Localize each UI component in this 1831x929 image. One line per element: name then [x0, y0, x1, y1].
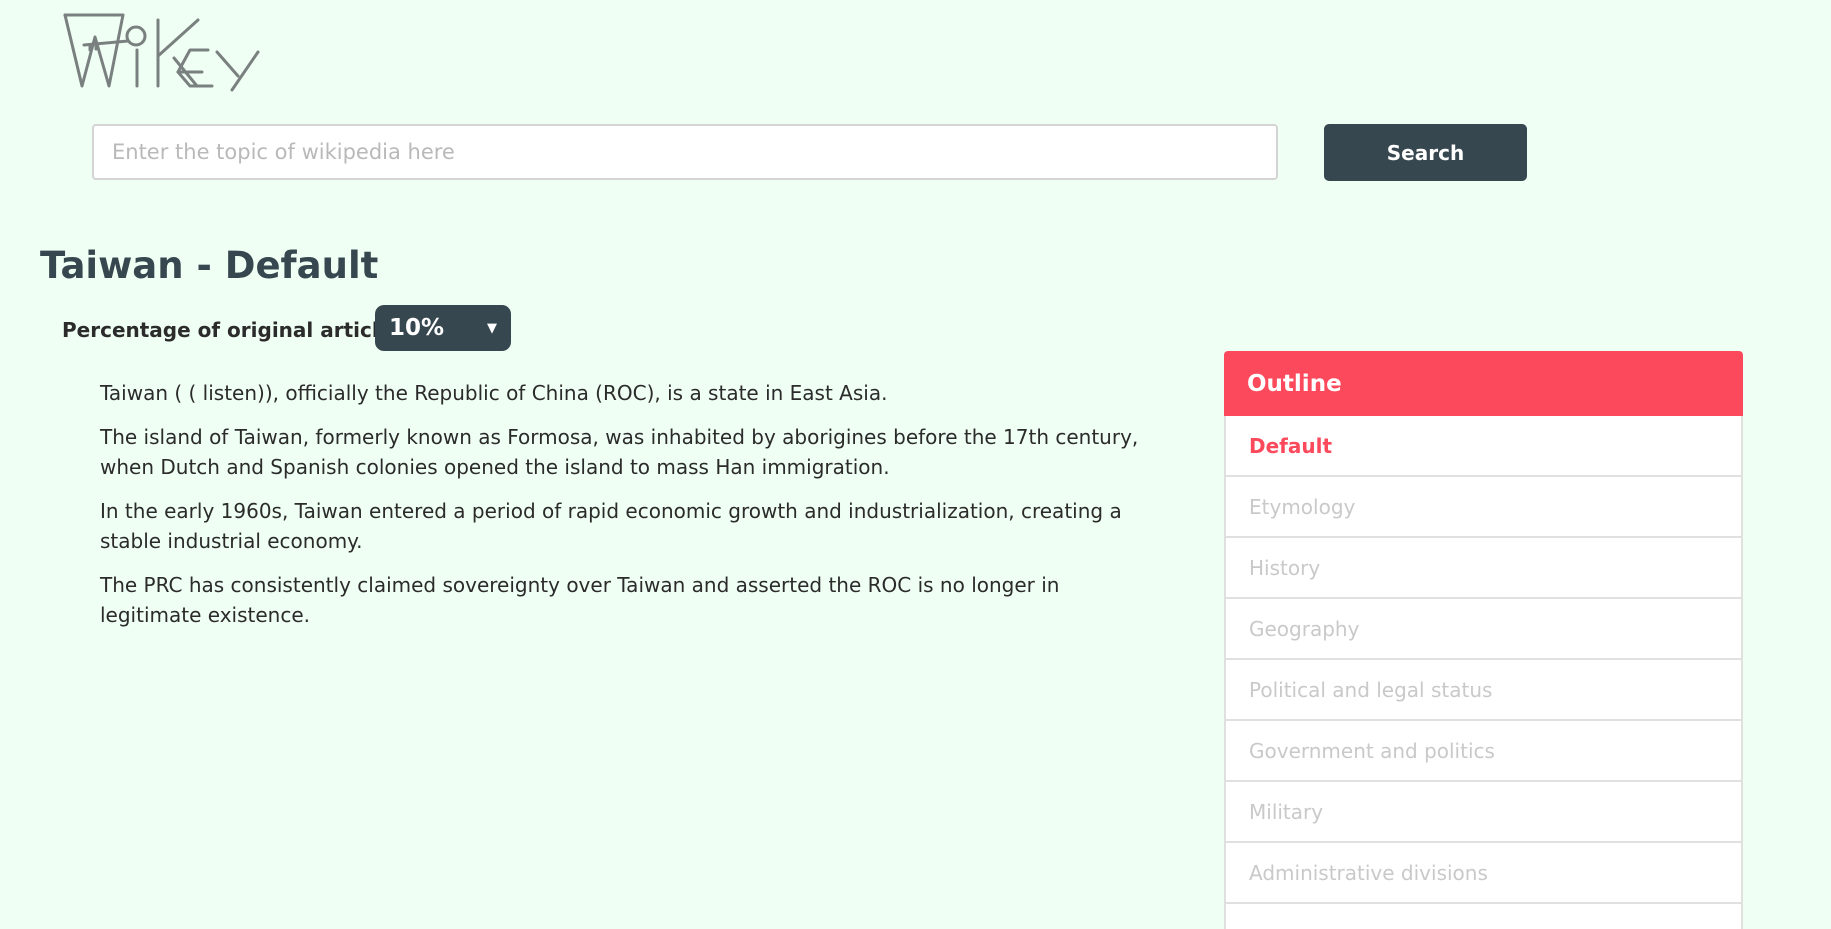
article-paragraph: In the early 1960s, Taiwan entered a per…: [100, 499, 1122, 553]
outline-item-history[interactable]: History: [1224, 538, 1743, 599]
outline-item-geography[interactable]: Geography: [1224, 599, 1743, 660]
article-paragraph: The PRC has consistently claimed soverei…: [100, 573, 1060, 627]
outline-item-next[interactable]: [1224, 904, 1743, 929]
outline-item-political-and-legal-status[interactable]: Political and legal status: [1224, 660, 1743, 721]
outline-item-etymology[interactable]: Etymology: [1224, 477, 1743, 538]
outline-title: Outline: [1224, 351, 1743, 416]
wikey-logo[interactable]: [62, 12, 272, 92]
percentage-value: 10%: [389, 315, 445, 341]
search-button[interactable]: Search: [1324, 124, 1527, 181]
article-paragraph: Taiwan ( ( listen)), officially the Repu…: [100, 381, 888, 405]
chevron-down-icon: ▼: [487, 320, 497, 336]
article-paragraph: The island of Taiwan, formerly known as …: [100, 425, 1139, 479]
outline-panel: Outline Default Etymology History Geogra…: [1224, 351, 1743, 929]
percentage-select[interactable]: 10% ▼: [375, 305, 511, 351]
page-title: Taiwan - Default: [40, 244, 379, 287]
outline-item-default[interactable]: Default: [1224, 416, 1743, 477]
article-summary: Taiwan ( ( listen)), officially the Repu…: [100, 378, 1155, 644]
outline-item-government-and-politics[interactable]: Government and politics: [1224, 721, 1743, 782]
outline-item-military[interactable]: Military: [1224, 782, 1743, 843]
page: Search Taiwan - Default Percentage of or…: [0, 0, 1831, 929]
percentage-label: Percentage of original article:: [62, 318, 401, 342]
search-input[interactable]: [92, 124, 1278, 180]
outline-item-administrative-divisions[interactable]: Administrative divisions: [1224, 843, 1743, 904]
